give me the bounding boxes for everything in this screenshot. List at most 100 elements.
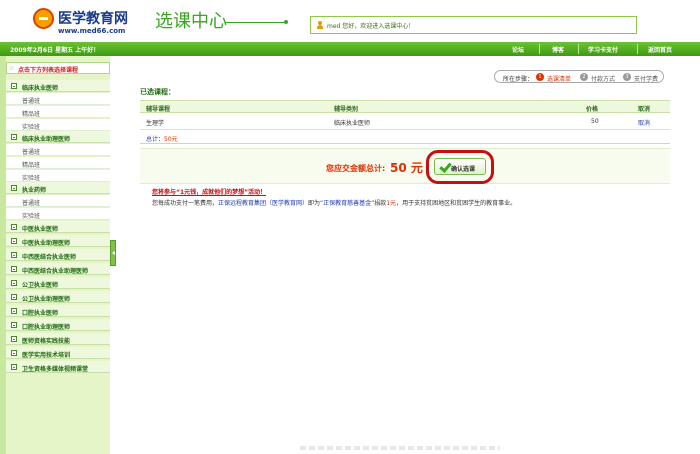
subitem-label: 实验班	[22, 175, 41, 182]
nav-blog-link[interactable]: 博客	[552, 45, 564, 54]
group-link[interactable]: 正保远程教育集团（医学教育网）	[218, 200, 308, 207]
collapse-icon[interactable]	[11, 308, 17, 314]
nav-separator	[539, 44, 540, 54]
progress-steps: 所在步骤： 1 选课清单 2 付款方式 3 支付学费	[494, 70, 664, 83]
confirm-course-button[interactable]: 确认选课	[434, 158, 486, 175]
category-label: 临床执业医师	[22, 85, 59, 92]
subitem-label: 普通班	[22, 98, 41, 105]
sidebar-category[interactable]: 中西医结合执业医师	[6, 249, 110, 261]
column-header: 辅导类别	[334, 106, 359, 113]
subitem-label: 普通班	[22, 149, 41, 156]
collapse-icon[interactable]	[11, 224, 17, 230]
sidebar-category[interactable]: 中医执业助理医师	[6, 235, 110, 247]
sidebar-header-text: 点击下方列表选择课程	[18, 67, 79, 74]
table-total-row: 总计：50元	[140, 130, 670, 144]
step-label: 支付学费	[634, 76, 659, 83]
promo-text-part: 您每成功支付一笔费用，	[152, 200, 219, 207]
course-price: 50	[591, 118, 599, 125]
subitem-label: 精品班	[22, 162, 41, 169]
category-label: 中医执业医师	[22, 226, 59, 233]
pay-total-amount: 50 元	[390, 161, 423, 175]
sidebar-category[interactable]: 卫生资格多媒体视频课堂	[6, 361, 110, 373]
sidebar-category[interactable]: 临床执业医师	[6, 80, 110, 92]
category-label: 执业药师	[22, 187, 47, 194]
step-number-icon: 3	[623, 73, 631, 81]
welcome-text: med 您好，欢迎进入选课中心！	[327, 23, 415, 30]
category-label: 医师资格实践技能	[22, 338, 71, 345]
sidebar-category[interactable]: 中医执业医师	[6, 221, 110, 233]
collapse-icon[interactable]	[11, 252, 17, 258]
footer-text-blurred	[300, 446, 500, 450]
collapse-icon[interactable]	[11, 280, 17, 286]
collapse-icon[interactable]	[11, 185, 17, 191]
subitem-label: 精品班	[22, 111, 41, 118]
sidebar-subitem[interactable]: 实验班	[6, 208, 110, 220]
fund-link[interactable]: 正保教育慈善基金	[323, 200, 371, 207]
category-label: 中西医结合执业医师	[22, 254, 77, 261]
logo-title[interactable]: 医学教育网	[58, 8, 128, 28]
sidebar-subitem[interactable]: 实验班	[6, 119, 110, 131]
sidebar-subitem[interactable]: 实验班	[6, 170, 110, 182]
confirm-button-label: 确认选课	[451, 166, 476, 173]
book-icon: ☞	[9, 65, 15, 72]
promo-text: 您每成功支付一笔费用，正保远程教育集团（医学教育网）即为“正保教育慈善基金”捐款…	[152, 198, 516, 207]
collapse-icon[interactable]	[11, 83, 17, 89]
nav-card-pay-link[interactable]: 学习卡支付	[588, 45, 618, 54]
step-label: 付款方式	[591, 76, 616, 83]
section-title: 选课中心	[155, 11, 227, 32]
page-header: 医学教育网 www.med66.com 选课中心 med 您好，欢迎进入选课中心…	[0, 0, 700, 42]
logo-icon[interactable]	[33, 8, 54, 29]
collapse-icon[interactable]	[11, 336, 17, 342]
sidebar-category[interactable]: 公卫执业助理医师	[6, 291, 110, 303]
nav-forum-link[interactable]: 论坛	[512, 45, 524, 54]
category-label: 口腔执业医师	[22, 310, 59, 317]
total-amount: 50元	[164, 136, 178, 143]
step-number-icon: 2	[580, 73, 588, 81]
sidebar-category[interactable]: 中西医结合执业助理医师	[6, 263, 110, 275]
nav-home-link[interactable]: 返回首页	[648, 45, 672, 54]
collapse-icon[interactable]	[11, 266, 17, 272]
column-header: 价格	[586, 106, 599, 113]
sidebar-subitem[interactable]: 精品班	[6, 157, 110, 169]
payment-summary: 您应交金额总计: 50 元 确认选课	[140, 148, 670, 184]
total-label: 总计：	[146, 136, 165, 143]
promo-text-part: ”捐款	[371, 200, 387, 207]
section-decoration-dot	[284, 20, 288, 24]
collapse-icon[interactable]	[11, 350, 17, 356]
pay-total-label: 您应交金额总计:	[326, 164, 386, 173]
sidebar-header: ☞ 点击下方列表选择课程	[6, 62, 110, 74]
nav-date: 2009年2月6日 星期五 上午好！	[10, 47, 100, 54]
category-label: 口腔执业助理医师	[22, 324, 71, 331]
step-label: 选课清单	[547, 76, 572, 83]
sidebar-subitem[interactable]: 普通班	[6, 195, 110, 207]
section-decoration-line	[225, 22, 285, 23]
sidebar-category[interactable]: 医师资格实践技能	[6, 333, 110, 345]
sidebar-category[interactable]: 医学实用技术培训	[6, 347, 110, 359]
course-name: 生理学	[146, 120, 165, 127]
category-label: 临床执业助理医师	[22, 136, 71, 143]
promo-title-link[interactable]: 您将参与“1元钱，成就他们的梦想”活动！	[152, 187, 266, 196]
collapse-icon[interactable]	[11, 364, 17, 370]
collapse-icon[interactable]	[11, 294, 17, 300]
sidebar-category[interactable]: 执业药师	[6, 182, 110, 194]
category-label: 公卫执业助理医师	[22, 296, 71, 303]
category-label: 公卫执业医师	[22, 282, 59, 289]
sidebar-category[interactable]: 口腔执业助理医师	[6, 319, 110, 331]
collapse-icon[interactable]	[11, 134, 17, 140]
selected-courses-title: 已选课程：	[140, 88, 175, 96]
sidebar-category[interactable]: 临床执业助理医师	[6, 131, 110, 143]
column-header: 取消	[638, 106, 651, 113]
cancel-link[interactable]: 取消	[638, 118, 650, 127]
checkmark-icon	[439, 161, 449, 172]
collapse-icon[interactable]	[11, 238, 17, 244]
collapse-icon[interactable]	[11, 322, 17, 328]
sidebar-subitem[interactable]: 普通班	[6, 93, 110, 105]
sidebar-subitem[interactable]: 精品班	[6, 106, 110, 118]
category-label: 中西医结合执业助理医师	[22, 268, 89, 275]
sidebar-category[interactable]: 口腔执业医师	[6, 305, 110, 317]
sidebar-subitem[interactable]: 普通班	[6, 144, 110, 156]
total-text: 总计：50元	[146, 134, 178, 143]
nav-separator	[578, 44, 579, 54]
sidebar-category[interactable]: 公卫执业医师	[6, 277, 110, 289]
steps-label: 所在步骤：	[503, 76, 534, 83]
